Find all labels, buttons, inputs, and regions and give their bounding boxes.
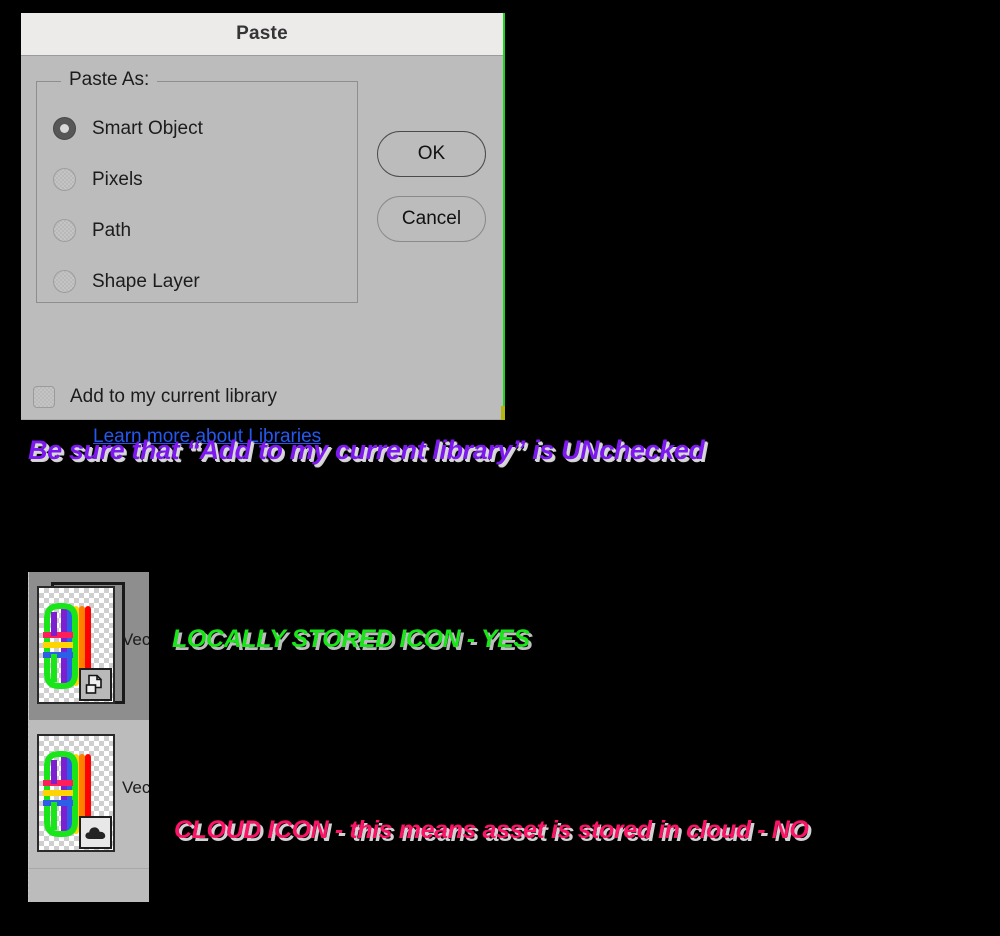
- layer-thumbnail[interactable]: [37, 586, 115, 704]
- add-to-library-checkbox[interactable]: [33, 386, 55, 408]
- add-to-library-row[interactable]: Add to my current library: [33, 386, 277, 408]
- dialog-titlebar: Paste: [21, 13, 503, 56]
- radio-option-path[interactable]: Path: [53, 217, 131, 243]
- layer-name: Vec: [122, 778, 149, 797]
- layer-row[interactable]: Vec: [29, 720, 149, 868]
- paste-dialog: Paste Paste As: Smart Object Pixels Path…: [21, 13, 505, 447]
- cloud-icon: [85, 827, 106, 839]
- layer-list-divider: [29, 868, 149, 869]
- add-to-library-label: Add to my current library: [70, 386, 277, 407]
- radio-label-pixels: Pixels: [92, 168, 143, 190]
- radio-label-shape-layer: Shape Layer: [92, 270, 200, 292]
- smart-object-badge: [79, 668, 112, 701]
- layer-thumbnail-wrapper: [37, 582, 125, 704]
- radio-indicator-icon[interactable]: [53, 218, 76, 242]
- dialog-title: Paste: [236, 23, 288, 44]
- radio-option-pixels[interactable]: Pixels: [53, 166, 143, 192]
- radio-label-smart-object: Smart Object: [92, 117, 203, 139]
- layers-panel: Vec Vec: [28, 572, 149, 902]
- radio-label-path: Path: [92, 219, 132, 241]
- annotation-cloud-stored-no: CLOUD ICON - this means asset is stored …: [174, 816, 809, 844]
- radio-indicator-icon[interactable]: [53, 269, 76, 293]
- cancel-button[interactable]: Cancel: [377, 196, 486, 242]
- paste-as-legend: Paste As:: [61, 69, 158, 91]
- radio-option-smart-object[interactable]: Smart Object: [53, 115, 203, 141]
- smart-object-icon: [85, 674, 102, 694]
- layer-row[interactable]: Vec: [29, 572, 149, 720]
- layer-thumbnail[interactable]: [37, 734, 115, 852]
- radio-indicator-selected-icon[interactable]: [53, 116, 76, 140]
- cloud-badge: [79, 816, 112, 849]
- annotation-locally-stored-yes: LOCALLY STORED ICON - YES: [172, 625, 530, 653]
- radio-option-shape-layer[interactable]: Shape Layer: [53, 268, 200, 294]
- ok-button[interactable]: OK: [377, 131, 486, 177]
- dialog-corner-accent: [501, 406, 505, 420]
- dialog-body: Paste As: Smart Object Pixels Path Shape…: [21, 56, 505, 447]
- layer-name: Vec: [122, 630, 149, 649]
- annotation-unchecked-warning: Be sure that “Add to my current library”…: [28, 435, 705, 465]
- radio-indicator-icon[interactable]: [53, 167, 76, 191]
- layer-thumbnail-wrapper: [37, 734, 115, 852]
- paste-as-group: Paste As: Smart Object Pixels Path Shape…: [36, 69, 358, 303]
